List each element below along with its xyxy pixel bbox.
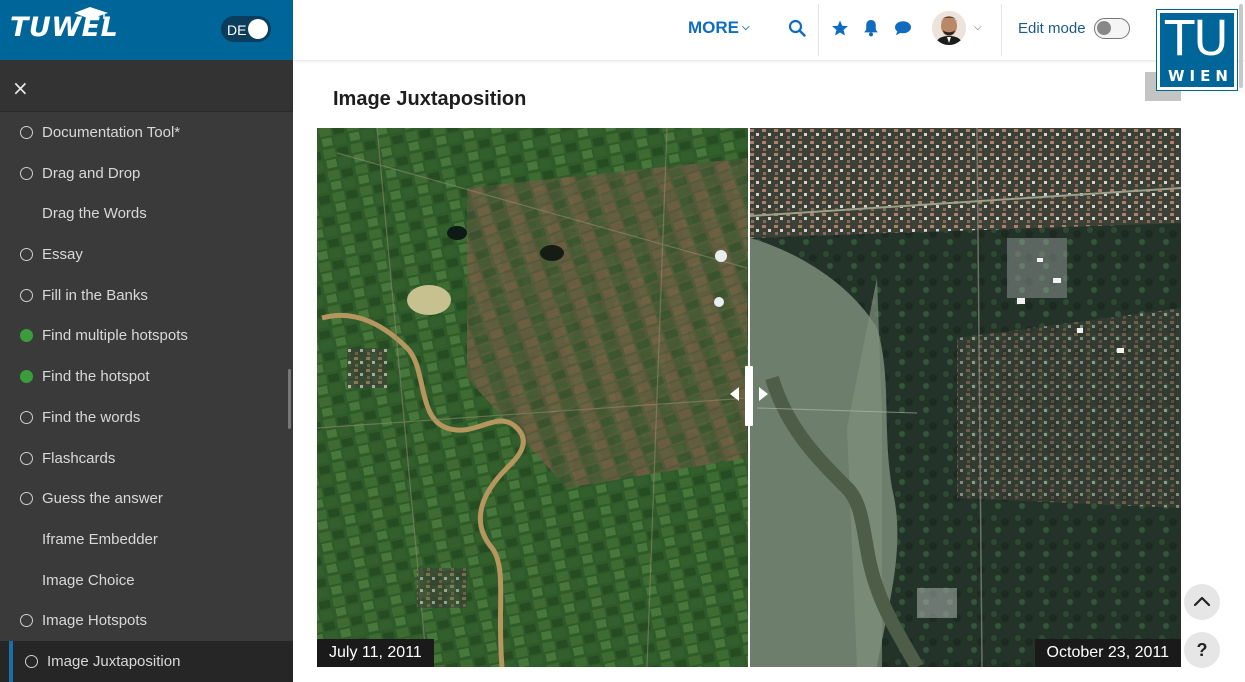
after-image-label: October 23, 2011 (1034, 639, 1181, 667)
sidebar-item-label: Find the words (42, 408, 141, 426)
sidebar-item[interactable]: Image Choice (0, 560, 293, 601)
sidebar-item-label: Guess the answer (42, 490, 163, 508)
course-index-drawer: TUWEL DE × Documentation Tool* Drag and D… (0, 0, 293, 682)
switch-knob (1097, 21, 1111, 35)
wien-logo-text: WIEN (1168, 67, 1233, 85)
sidebar-item-label: Image Hotspots (42, 612, 148, 630)
completion-filled-icon (20, 370, 33, 384)
sidebar-item-label: Drag the Words (42, 205, 147, 223)
completion-empty-icon (25, 654, 38, 668)
chevron-up-icon (1193, 596, 1211, 607)
completion-empty-icon (20, 248, 33, 262)
drawer-header: × (0, 60, 293, 112)
arrow-left-icon (730, 387, 739, 401)
completion-empty-icon (20, 410, 33, 424)
search-icon[interactable] (788, 19, 806, 37)
sidebar-item-label: Flashcards (42, 449, 116, 467)
help-button[interactable]: ? (1184, 632, 1220, 668)
sidebar-item-label: Documentation Tool* (42, 124, 181, 141)
language-label: DE (227, 22, 247, 38)
edit-mode-label: Edit mode (1018, 20, 1086, 37)
edit-mode-switch[interactable] (1094, 18, 1130, 39)
top-navbar: MORE ⌵ ⌵ Edit mode TU WIEN (293, 0, 1245, 91)
language-toggle[interactable]: DE (221, 16, 271, 42)
navbar-divider (818, 4, 819, 56)
completion-empty-icon (20, 492, 33, 506)
completion-empty-icon (20, 126, 33, 139)
sidebar-item-label: Image Choice (42, 571, 135, 589)
completion-empty-icon (20, 614, 33, 628)
tuwel-logo[interactable]: TUWEL (10, 7, 118, 43)
question-mark-icon: ? (1196, 640, 1208, 660)
sidebar-item[interactable]: Iframe Embedder (0, 519, 293, 560)
completion-empty-icon (20, 166, 33, 180)
page-scrollbar[interactable] (1239, 4, 1243, 88)
sidebar-item-label: Find multiple hotspots (42, 327, 188, 345)
sidebar-item[interactable]: Guess the answer (0, 478, 293, 519)
sidebar-item[interactable]: Essay (0, 234, 293, 275)
sidebar-item[interactable]: Find multiple hotspots (0, 315, 293, 356)
sidebar-item[interactable]: Documentation Tool* (0, 112, 293, 153)
sidebar-item-label: Essay (42, 246, 83, 264)
close-icon[interactable]: × (12, 76, 29, 100)
completion-empty-icon (20, 288, 33, 302)
more-menu[interactable]: MORE ⌵ (688, 18, 750, 38)
image-juxtaposition[interactable]: July 11, 2011 October 23, 2011 (317, 128, 1181, 667)
sidebar-item[interactable]: Find the words (0, 397, 293, 438)
sidebar-item[interactable]: Drag and Drop (0, 153, 293, 194)
sidebar-item[interactable]: Flashcards (0, 438, 293, 479)
completion-empty-icon (20, 451, 33, 465)
sidebar-item[interactable]: Image Juxtaposition (0, 640, 293, 682)
sidebar-item[interactable]: Image Hotspots (0, 600, 293, 641)
sidebar-item-label: Image Juxtaposition (47, 652, 181, 670)
sidebar-scrollbar[interactable] (288, 369, 291, 429)
sidebar-item-label: Drag and Drop (42, 164, 141, 182)
sidebar-item[interactable]: Find the hotspot (0, 356, 293, 397)
chat-icon[interactable] (894, 20, 912, 36)
sidebar-item[interactable]: Drag the Words (0, 193, 293, 234)
sidebar-item-label: Fill in the Banks (42, 286, 148, 304)
chevron-down-icon: ⌵ (742, 22, 750, 33)
navbar-divider (1001, 4, 1002, 56)
back-to-top-button[interactable] (1184, 584, 1220, 620)
chevron-down-icon[interactable]: ⌵ (974, 22, 982, 33)
tu-wien-logo[interactable]: TU WIEN (1156, 9, 1238, 91)
bell-icon[interactable] (863, 19, 879, 37)
sidebar-item-label: Iframe Embedder (42, 530, 158, 548)
juxtaposition-slider-handle[interactable] (745, 366, 753, 426)
arrow-right-icon (759, 387, 768, 401)
course-index-list: Documentation Tool* Drag and Drop Drag the… (0, 112, 293, 682)
brand-bar: TUWEL DE (0, 0, 293, 60)
more-label: MORE (688, 18, 739, 37)
graduation-cap-icon (74, 7, 108, 19)
active-indicator (9, 640, 13, 682)
sidebar-item[interactable]: Fill in the Banks (0, 275, 293, 316)
sidebar-item-label: Find the hotspot (42, 368, 150, 386)
tu-logo-text: TU (1165, 11, 1228, 67)
toggle-knob (248, 19, 268, 39)
before-image-label: July 11, 2011 (317, 639, 434, 667)
user-avatar[interactable] (932, 11, 966, 45)
completion-filled-icon (20, 329, 33, 343)
star-icon[interactable] (831, 19, 849, 37)
page-title: Image Juxtaposition (333, 88, 527, 110)
avatar-image (932, 11, 966, 45)
